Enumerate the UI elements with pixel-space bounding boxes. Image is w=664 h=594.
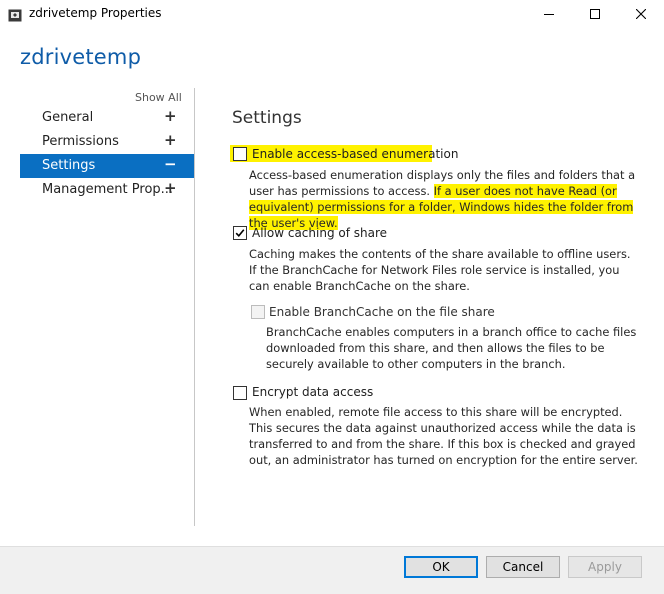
window-title: zdrivetemp Properties [29, 6, 162, 20]
sidebar-item-general[interactable]: General + [20, 106, 194, 130]
share-folder-icon [8, 7, 22, 22]
minimize-icon [544, 14, 554, 15]
sidebar-item-label: General [42, 110, 94, 125]
maximize-icon [590, 9, 600, 19]
sidebar-divider [194, 88, 195, 526]
expand-icon: + [164, 131, 177, 149]
page-title: zdrivetemp [20, 45, 142, 69]
encrypt-description: When enabled, remote file access to this… [249, 405, 638, 467]
enable-branchcache-label: Enable BranchCache on the file share [269, 305, 495, 319]
close-icon [636, 9, 646, 19]
expand-icon: + [164, 107, 177, 125]
access-based-enumeration-label[interactable]: Enable access-based enumeration [252, 147, 458, 161]
show-all-link[interactable]: Show All [135, 91, 182, 104]
checkmark-icon [235, 229, 245, 237]
expand-icon: + [164, 179, 177, 197]
apply-button[interactable]: Apply [568, 556, 642, 578]
close-button[interactable] [618, 0, 664, 28]
access-based-enumeration-checkbox[interactable] [233, 147, 247, 161]
sidebar-item-label: Permissions [42, 134, 119, 149]
collapse-icon: − [164, 155, 177, 173]
cancel-button[interactable]: Cancel [486, 556, 560, 578]
access-based-enumeration-description: Access-based enumeration displays only t… [249, 167, 639, 231]
encrypt-data-access-checkbox[interactable] [233, 386, 247, 400]
sidebar-item-permissions[interactable]: Permissions + [20, 130, 194, 154]
allow-caching-checkbox[interactable] [233, 226, 247, 240]
sidebar-item-settings[interactable]: Settings − [20, 154, 194, 178]
allow-caching-label[interactable]: Allow caching of share [252, 226, 387, 240]
allow-caching-description: Caching makes the contents of the share … [249, 247, 631, 293]
sidebar-item-label: Management Prop... [42, 182, 174, 197]
section-heading: Settings [232, 108, 302, 128]
minimize-button[interactable] [526, 0, 572, 28]
ok-button[interactable]: OK [404, 556, 478, 578]
encrypt-data-access-label[interactable]: Encrypt data access [252, 385, 373, 399]
sidebar-item-management-properties[interactable]: Management Prop... + [20, 178, 194, 202]
dialog-footer [0, 546, 664, 594]
sidebar-item-label: Settings [42, 158, 96, 173]
title-bar[interactable]: zdrivetemp Properties [0, 0, 664, 28]
maximize-button[interactable] [572, 0, 618, 28]
enable-branchcache-checkbox[interactable] [251, 305, 265, 319]
branchcache-description: BranchCache enables computers in a branc… [266, 325, 637, 371]
